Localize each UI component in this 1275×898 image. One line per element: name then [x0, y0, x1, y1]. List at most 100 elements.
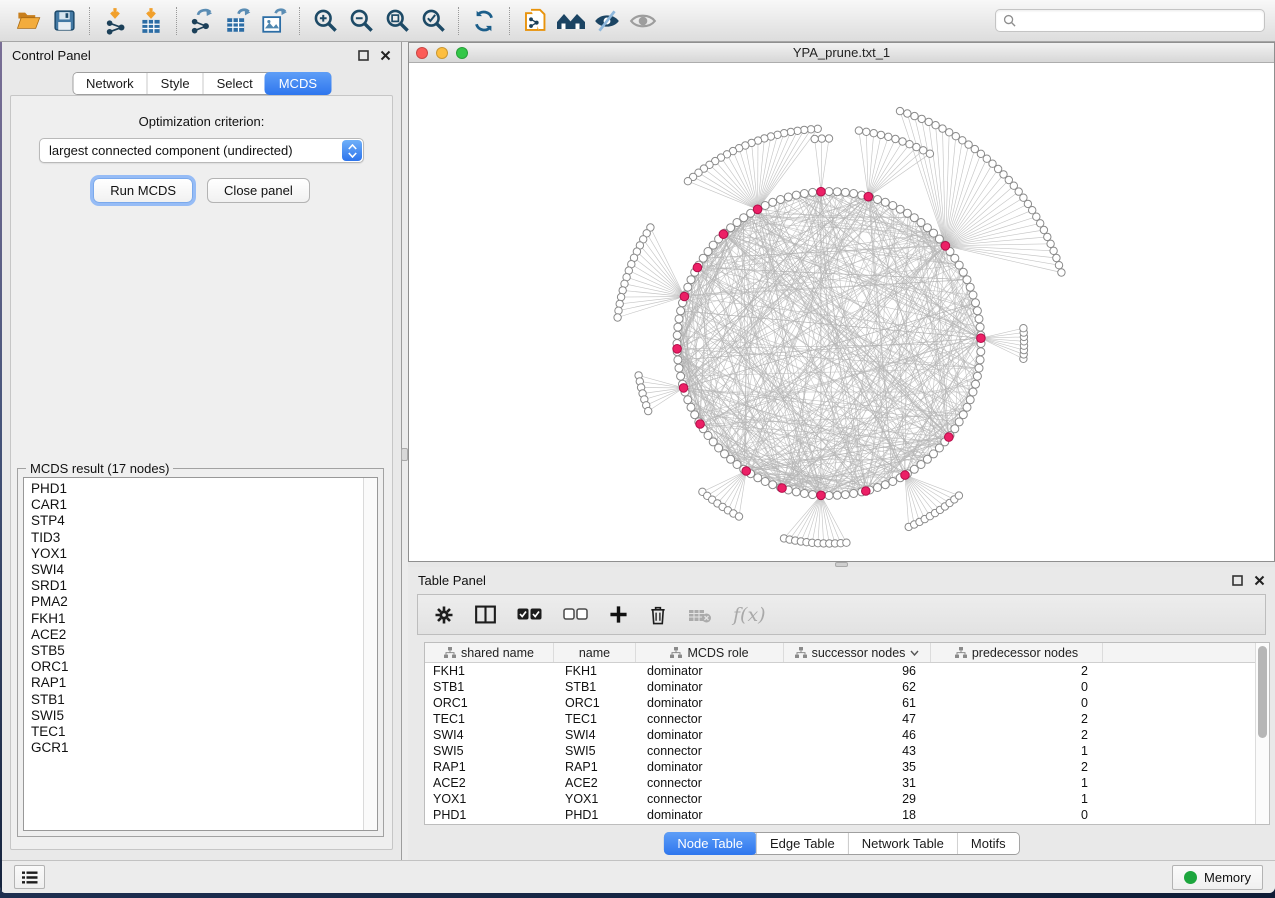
hide-selected-button[interactable]: [589, 5, 625, 37]
import-network-button[interactable]: [97, 5, 133, 37]
float-panel-icon[interactable]: [358, 50, 369, 61]
mcds-result-item[interactable]: STP4: [31, 513, 363, 529]
table-cell: 61: [784, 695, 931, 711]
refresh-icon: [471, 8, 497, 34]
horizontal-splitter[interactable]: [408, 562, 1275, 567]
zoom-fit-button[interactable]: [379, 5, 415, 37]
delete-column-button[interactable]: [649, 605, 667, 625]
delete-table-button-disabled: [688, 607, 712, 623]
export-image-button[interactable]: [256, 5, 292, 37]
tree-column-icon: [955, 647, 967, 658]
table-row[interactable]: YOX1YOX1connector291: [425, 791, 1255, 807]
mcds-result-item[interactable]: FKH1: [31, 611, 363, 627]
window-maximize-icon[interactable]: [456, 47, 468, 59]
mcds-result-item[interactable]: PHD1: [31, 481, 363, 497]
mcds-result-item[interactable]: STB5: [31, 643, 363, 659]
table-row[interactable]: FKH1FKH1dominator962: [425, 663, 1255, 679]
table-row[interactable]: SWI5SWI5connector431: [425, 743, 1255, 759]
export-network-button[interactable]: [184, 5, 220, 37]
column-header-name[interactable]: name: [554, 643, 636, 662]
column-header-successor-nodes[interactable]: successor nodes: [784, 643, 931, 662]
mcds-result-item[interactable]: PMA2: [31, 594, 363, 610]
table-cell: PHD1: [425, 807, 554, 823]
network-window-titlebar[interactable]: YPA_prune.txt_1: [409, 43, 1274, 63]
mcds-result-item[interactable]: RAP1: [31, 675, 363, 691]
run-mcds-button[interactable]: Run MCDS: [93, 178, 193, 203]
tab-edge-table[interactable]: Edge Table: [756, 833, 848, 854]
open-file-button[interactable]: [10, 5, 46, 37]
mcds-result-item[interactable]: ACE2: [31, 627, 363, 643]
select-all-rows-button[interactable]: [517, 608, 542, 621]
table-row[interactable]: TEC1TEC1connector472: [425, 711, 1255, 727]
table-row[interactable]: SWI4SWI4dominator462: [425, 727, 1255, 743]
vertical-splitter-handle[interactable]: [401, 448, 408, 461]
show-column-panel-button[interactable]: [475, 605, 496, 624]
search-input[interactable]: [1021, 13, 1257, 29]
column-header-mcds-role[interactable]: MCDS role: [636, 643, 784, 662]
mcds-result-item[interactable]: GCR1: [31, 740, 363, 756]
trash-icon: [649, 605, 667, 625]
first-neighbors-button[interactable]: [553, 5, 589, 37]
mcds-result-item[interactable]: STB1: [31, 692, 363, 708]
mcds-result-item[interactable]: TEC1: [31, 724, 363, 740]
search-field[interactable]: [995, 9, 1265, 32]
memory-button[interactable]: Memory: [1172, 865, 1263, 890]
tab-style[interactable]: Style: [147, 73, 203, 94]
float-panel-icon[interactable]: [1232, 575, 1243, 586]
mcds-result-item[interactable]: ORC1: [31, 659, 363, 675]
tab-mcds[interactable]: MCDS: [265, 72, 331, 95]
show-all-button[interactable]: [625, 5, 661, 37]
tab-node-table[interactable]: Node Table: [663, 832, 757, 855]
table-row[interactable]: RAP1RAP1dominator352: [425, 759, 1255, 775]
table-cell: 2: [931, 663, 1103, 679]
mcds-result-item[interactable]: CAR1: [31, 497, 363, 513]
table-scrollbar-thumb[interactable]: [1258, 646, 1267, 738]
deselect-all-rows-button[interactable]: [563, 608, 588, 621]
first-neighbors-icon: [556, 8, 586, 34]
node-table-body: FKH1FKH1dominator962STB1STB1dominator620…: [425, 663, 1255, 823]
table-row[interactable]: ACE2ACE2connector311: [425, 775, 1255, 791]
create-column-button[interactable]: [609, 605, 628, 624]
show-task-history-button[interactable]: [14, 865, 45, 889]
window-close-icon[interactable]: [416, 47, 428, 59]
network-canvas[interactable]: [409, 63, 1274, 561]
tab-motifs[interactable]: Motifs: [957, 833, 1019, 854]
close-panel-icon[interactable]: [380, 50, 391, 61]
zoom-selected-button[interactable]: [415, 5, 451, 37]
mcds-result-item[interactable]: SRD1: [31, 578, 363, 594]
table-settings-button[interactable]: [434, 605, 454, 625]
table-row[interactable]: PHD1PHD1dominator180: [425, 807, 1255, 823]
close-panel-button[interactable]: Close panel: [207, 178, 310, 203]
zoom-in-button[interactable]: [307, 5, 343, 37]
table-scrollbar[interactable]: [1255, 643, 1269, 824]
table-row[interactable]: ORC1ORC1dominator610: [425, 695, 1255, 711]
save-session-button[interactable]: [46, 5, 82, 37]
window-minimize-icon[interactable]: [436, 47, 448, 59]
split-pane-icon: [475, 605, 496, 624]
horizontal-splitter-handle[interactable]: [835, 562, 848, 567]
tab-network[interactable]: Network: [73, 73, 147, 94]
tab-select[interactable]: Select: [203, 73, 266, 94]
column-header-shared-name[interactable]: shared name: [425, 643, 554, 662]
mcds-result-item[interactable]: SWI4: [31, 562, 363, 578]
zoom-out-button[interactable]: [343, 5, 379, 37]
table-row[interactable]: STB1STB1dominator620: [425, 679, 1255, 695]
new-network-from-selection-button[interactable]: [517, 5, 553, 37]
apply-layout-button[interactable]: [466, 5, 502, 37]
import-table-button[interactable]: [133, 5, 169, 37]
column-header-predecessor-nodes[interactable]: predecessor nodes: [931, 643, 1103, 662]
criterion-select[interactable]: largest connected component (undirected): [39, 138, 364, 163]
select-all-icon: [517, 608, 542, 621]
save-icon: [52, 8, 77, 33]
import-table-icon: [138, 7, 164, 35]
zoom-out-icon: [348, 7, 375, 34]
mcds-result-item[interactable]: TID3: [31, 530, 363, 546]
list-icon: [22, 871, 38, 884]
close-panel-icon[interactable]: [1254, 575, 1265, 586]
mcds-list-scrollbar[interactable]: [363, 478, 377, 830]
mcds-result-item[interactable]: SWI5: [31, 708, 363, 724]
export-table-button[interactable]: [220, 5, 256, 37]
tree-column-icon: [795, 647, 807, 658]
mcds-result-item[interactable]: YOX1: [31, 546, 363, 562]
tab-network-table[interactable]: Network Table: [848, 833, 957, 854]
